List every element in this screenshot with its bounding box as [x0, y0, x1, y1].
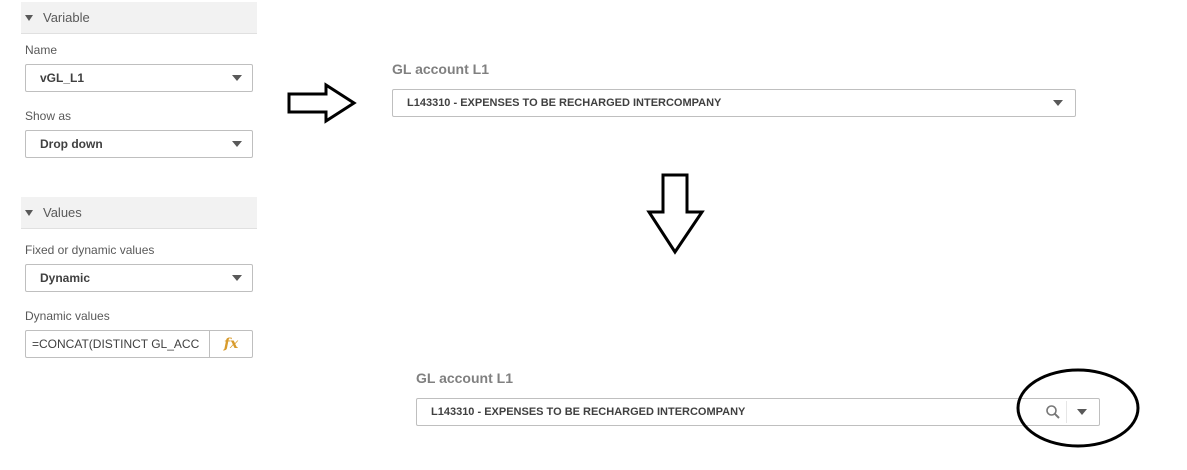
preview-top-dropdown[interactable]: L143310 - EXPENSES TO BE RECHARGED INTER… — [392, 89, 1076, 117]
variable-section-title: Variable — [43, 10, 90, 25]
show-as-select-value: Drop down — [40, 137, 103, 151]
dynamic-values-label: Dynamic values — [25, 309, 110, 323]
preview-top-selected: L143310 - EXPENSES TO BE RECHARGED INTER… — [407, 97, 722, 109]
arrow-down-icon — [646, 173, 705, 255]
chevron-down-icon — [232, 275, 242, 281]
chevron-down-icon — [232, 75, 242, 81]
preview-top-title: GL account L1 — [392, 61, 489, 77]
dynamic-values-field[interactable]: =CONCAT(DISTINCT GL_ACC fx — [25, 330, 253, 358]
chevron-down-icon — [232, 141, 242, 147]
fx-icon[interactable]: fx — [209, 331, 252, 357]
values-section-title: Values — [43, 205, 82, 220]
values-section-header[interactable]: Values — [21, 197, 257, 229]
fixed-dynamic-label: Fixed or dynamic values — [25, 243, 155, 257]
name-label: Name — [25, 43, 58, 57]
preview-bottom-selected: L143310 - EXPENSES TO BE RECHARGED INTER… — [431, 406, 746, 418]
arrow-right-icon — [287, 82, 357, 124]
name-select[interactable]: vGL_L1 — [25, 64, 253, 92]
collapse-triangle-icon — [25, 209, 33, 217]
highlight-circle — [1016, 368, 1140, 448]
fixed-dynamic-select[interactable]: Dynamic — [25, 264, 253, 292]
preview-bottom-dropdown[interactable]: L143310 - EXPENSES TO BE RECHARGED INTER… — [416, 398, 1100, 426]
preview-bottom-title: GL account L1 — [416, 370, 513, 386]
variable-section-header[interactable]: Variable — [21, 2, 257, 34]
show-as-select[interactable]: Drop down — [25, 130, 253, 158]
chevron-down-icon — [1053, 100, 1063, 106]
dynamic-values-expression[interactable]: =CONCAT(DISTINCT GL_ACC — [26, 331, 209, 357]
collapse-triangle-icon — [25, 14, 33, 22]
fixed-dynamic-select-value: Dynamic — [40, 271, 91, 285]
name-select-value: vGL_L1 — [40, 71, 85, 85]
show-as-label: Show as — [25, 109, 72, 123]
